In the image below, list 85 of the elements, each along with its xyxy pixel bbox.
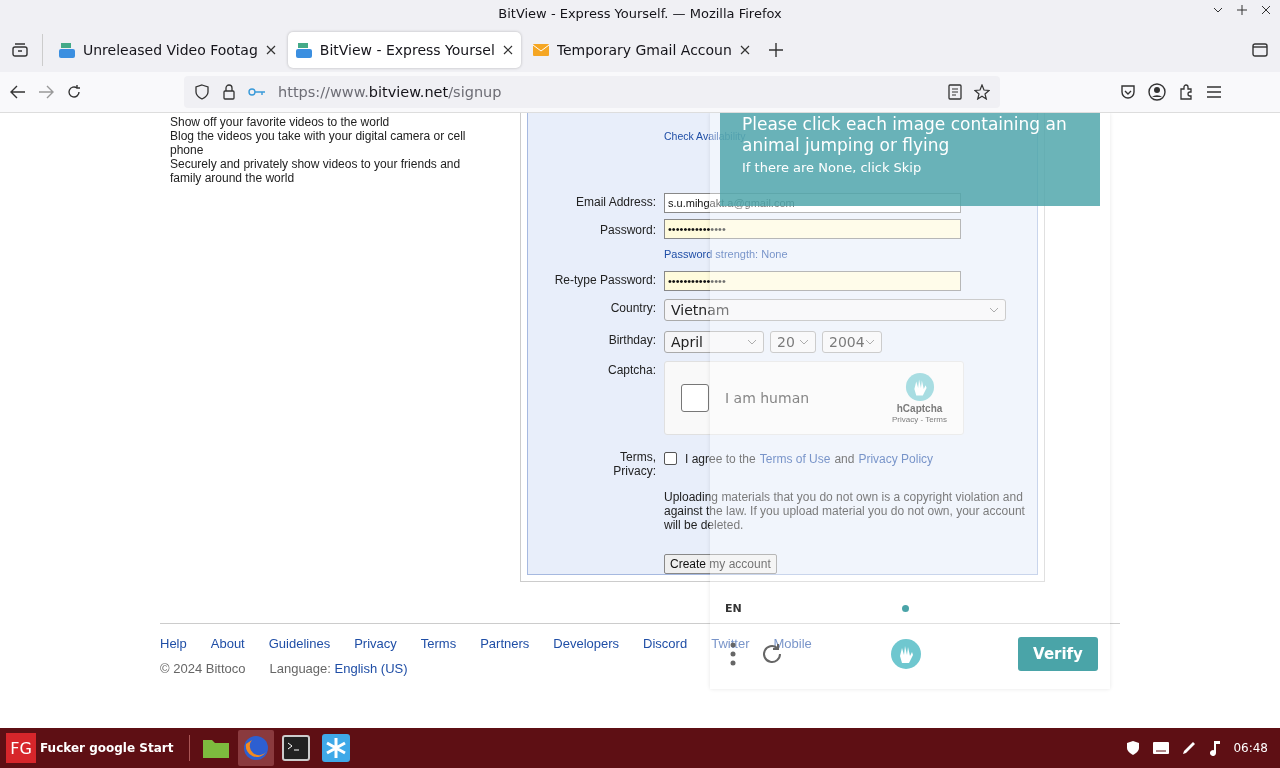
feature-text: Blog the videos you take with your digital camera or cell phone <box>170 128 467 157</box>
captcha-widget[interactable]: I am human hCaptcha Privacy - Terms <box>664 360 964 435</box>
close-icon[interactable] <box>502 44 513 55</box>
close-icon[interactable] <box>739 44 750 55</box>
menu-icon[interactable] <box>1206 84 1222 99</box>
close-icon[interactable] <box>1260 4 1272 16</box>
chevron-down-icon <box>989 306 999 313</box>
language-label: Language: <box>269 660 331 676</box>
keyboard-icon[interactable] <box>1153 742 1170 755</box>
agree-text: and <box>834 451 855 466</box>
footer-link[interactable]: Help <box>160 635 187 651</box>
chevron-down-icon <box>865 338 875 345</box>
month-select[interactable]: April <box>664 330 764 353</box>
password-strength-text: Password strength: None <box>664 247 788 260</box>
copyright-notice: Uploading materials that you do not own is a copyright violation and against the law. If you upload material you do not own, your account will be deleted. <box>664 489 1026 532</box>
close-icon[interactable] <box>265 44 276 55</box>
feature-text: Show off your favorite videos to the world <box>170 114 391 129</box>
progress-dot-icon <box>901 605 909 613</box>
footer-link[interactable]: Terms <box>420 635 457 651</box>
tab-list-icon[interactable] <box>12 42 28 57</box>
shield-icon[interactable] <box>194 83 210 100</box>
feature-text: Securely and privately show videos to your friends and family around the world <box>170 156 462 185</box>
browser-icon[interactable] <box>242 734 271 763</box>
chevron-down-icon <box>747 338 757 345</box>
year-select[interactable]: 2004 <box>822 330 882 353</box>
browser-tab[interactable]: Unreleased Video Footag <box>51 31 284 68</box>
field-label: Captcha: <box>606 361 656 379</box>
start-button[interactable]: Fucker google Start <box>40 741 174 756</box>
copyright-text: © 2024 Bittoco <box>160 660 246 676</box>
agree-text: I agree to the <box>685 451 756 466</box>
footer-link[interactable]: Privacy <box>354 635 397 651</box>
new-tab-icon[interactable] <box>768 42 783 57</box>
brand-text: hCaptcha <box>896 402 943 414</box>
reader-view-icon[interactable] <box>948 83 962 100</box>
footer-link[interactable]: Discord <box>643 635 688 651</box>
shield-icon[interactable] <box>1125 740 1142 757</box>
privacy-terms-link[interactable]: Privacy - Terms <box>892 414 947 424</box>
password-field[interactable]: ••••••••••••••• <box>664 218 961 239</box>
create-account-button[interactable]: Create my account <box>664 553 777 574</box>
country-select[interactable]: Vietnam <box>664 298 1006 321</box>
star-icon[interactable] <box>974 83 990 100</box>
language-button[interactable]: EN <box>725 602 742 616</box>
hand-logo-icon <box>890 637 922 670</box>
challenge-hint: If there are None, click Skip <box>742 159 923 175</box>
agree-checkbox[interactable] <box>664 452 677 466</box>
footer-link[interactable]: Guidelines <box>268 635 331 651</box>
chevron-down-icon <box>799 338 809 345</box>
footer-link[interactable]: Partners <box>480 635 530 651</box>
field-label: Terms, Privacy: <box>612 448 656 478</box>
extensions-icon[interactable] <box>1178 83 1194 100</box>
field-label: Country: <box>609 299 656 317</box>
start-logo[interactable]: FG <box>6 733 36 764</box>
footer-link[interactable]: Developers <box>553 635 620 651</box>
window-title: BitView - Express Yourself. — Mozilla Firefox <box>498 6 782 22</box>
password-field[interactable]: ••••••••••••••• <box>664 270 961 291</box>
maximize-icon[interactable] <box>1236 4 1248 16</box>
browser-tab[interactable]: Temporary Gmail Accoun <box>524 31 758 68</box>
pocket-icon[interactable] <box>1120 83 1136 100</box>
footer-link[interactable]: About <box>210 635 245 651</box>
day-select[interactable]: 20 <box>770 330 816 353</box>
site-icon <box>59 41 75 58</box>
field-label: Email Address: <box>574 193 656 211</box>
site-icon <box>295 41 312 58</box>
hand-logo-icon <box>904 371 935 402</box>
language-link[interactable]: English (US) <box>334 660 408 676</box>
reload-icon[interactable] <box>66 83 82 100</box>
back-icon[interactable] <box>10 84 26 99</box>
address-bar[interactable]: https://www.bitview.net/signup <box>184 75 1000 108</box>
account-icon[interactable] <box>1148 82 1166 101</box>
window-icon[interactable] <box>1252 42 1268 57</box>
field-label: Birthday: <box>607 331 656 349</box>
snowflake-icon[interactable] <box>322 734 351 763</box>
field-label: Password: <box>598 221 656 239</box>
lock-icon[interactable] <box>222 83 236 100</box>
browser-tab[interactable]: BitView - Express Yoursel <box>287 31 521 68</box>
captcha-checkbox[interactable] <box>681 383 709 412</box>
pen-icon[interactable] <box>1181 740 1198 757</box>
music-note-icon[interactable] <box>1209 740 1222 757</box>
envelope-icon <box>532 43 549 56</box>
captcha-label: I am human <box>725 389 811 406</box>
field-label: Re-type Password: <box>553 271 656 289</box>
key-icon[interactable] <box>248 86 266 97</box>
clock: 06:48 <box>1233 741 1268 756</box>
folder-icon[interactable] <box>202 737 231 760</box>
terminal-icon[interactable] <box>282 735 311 762</box>
